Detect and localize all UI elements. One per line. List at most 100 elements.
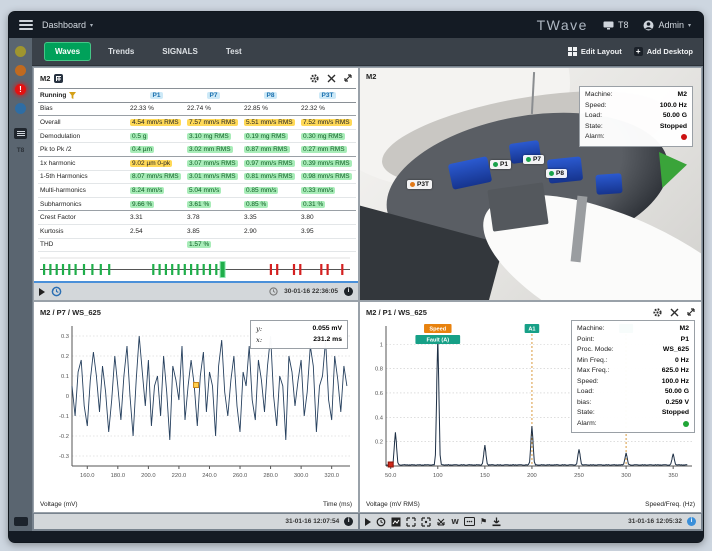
table-row[interactable]: Kurtosis2.543.852.903.95	[38, 225, 356, 239]
tab-bar: Waves Trends SIGNALS Test Edit Layout + Add…	[32, 38, 703, 66]
table-cell: 8.24 mm/s	[126, 187, 183, 194]
tab-test[interactable]: Test	[215, 42, 253, 61]
status-alert-icon[interactable]	[15, 65, 26, 76]
expand-icon[interactable]	[343, 73, 353, 83]
machine-badge-icon	[54, 74, 63, 83]
status-alarm-icon[interactable]: !	[15, 84, 26, 95]
dashboard-menu[interactable]: Dashboard ▾	[42, 20, 93, 30]
expand-icon[interactable]	[686, 307, 696, 317]
sensor-tag-p7[interactable]: P7	[523, 155, 544, 164]
table-row[interactable]: THD1.57 %	[38, 239, 356, 253]
info-row: Min Freq.:0 Hz	[577, 356, 689, 367]
svg-text:160.0: 160.0	[80, 473, 95, 479]
row-label: Overall	[38, 119, 126, 126]
sensor-tag-p3t[interactable]: P3T	[407, 180, 432, 189]
info-button[interactable]: i	[344, 517, 353, 526]
column-header-label: P1	[150, 92, 164, 99]
info-button[interactable]: i	[687, 517, 696, 526]
table-cell: 3.02 mm RMS	[183, 146, 240, 153]
column-header-label: P8	[264, 92, 278, 99]
hamburger-menu-icon[interactable]	[19, 18, 33, 32]
table-row[interactable]: Demodulation0.5 g3.10 mg RMS0.19 mg RMS0…	[38, 130, 356, 144]
row-label: THD	[38, 241, 126, 248]
table-cell: 5.04 mm/s	[183, 187, 240, 194]
cell-value: 0.31 %	[301, 201, 325, 208]
play-icon[interactable]	[39, 288, 45, 296]
status-warning-icon[interactable]	[15, 46, 26, 57]
add-desktop-button[interactable]: + Add Desktop	[634, 47, 693, 56]
svg-text:100: 100	[433, 473, 443, 479]
cell-value: 2.90	[244, 228, 257, 235]
table-row[interactable]: Subharmonics9.66 %3.61 %0.85 %0.31 %	[38, 198, 356, 212]
history-icon[interactable]	[376, 517, 386, 527]
flag-icon[interactable]: ⚑	[480, 518, 487, 526]
dashboard-label: Dashboard	[42, 20, 86, 30]
info-value: 100.0 Hz	[662, 377, 689, 388]
column-header[interactable]: Running	[38, 92, 126, 99]
device-button[interactable]: T8	[603, 20, 629, 30]
tab-signals[interactable]: SIGNALS	[151, 42, 209, 61]
column-header[interactable]: P8	[240, 92, 297, 99]
sensor-tag-p8[interactable]: P8	[546, 169, 567, 178]
cursor-readout-box: y:0.055 mVx:231.2 ms	[250, 320, 348, 349]
row-label: Bias	[38, 105, 126, 112]
user-menu[interactable]: Admin ▾	[643, 20, 691, 31]
table-row[interactable]: Crest Factor3.313.783.353.80	[38, 211, 356, 225]
column-header[interactable]: P3T	[297, 92, 354, 99]
svg-text:350: 350	[668, 473, 678, 479]
info-value: 231.2 ms	[313, 335, 342, 346]
svg-text:0.1: 0.1	[61, 374, 69, 380]
spectrum-info-box: Machine:M2Point:P1Proc. Mode:WS_625Min F…	[571, 320, 695, 433]
table-row[interactable]: 1-5th Harmonics8.07 mm/s RMS3.01 mm/s RM…	[38, 171, 356, 185]
table-cell: 0.33 mm/s	[297, 187, 354, 194]
window-bottom-bar	[9, 531, 703, 542]
table-row[interactable]: Bias22.33 %22.74 %22.85 %22.32 %	[38, 103, 356, 117]
chart-image-icon[interactable]	[391, 517, 401, 527]
panel-title: M2 / P1 / WS_625	[366, 308, 427, 317]
sensor-tag-p1[interactable]: P1	[490, 160, 511, 169]
svg-text:0.2: 0.2	[375, 440, 383, 446]
column-header[interactable]: P1	[126, 92, 183, 99]
tab-trends[interactable]: Trends	[97, 42, 145, 61]
close-icon[interactable]	[670, 308, 679, 317]
window-mode-icon[interactable]: W	[451, 518, 459, 526]
table-row[interactable]: 1x harmonic9.02 µm 0-pk3.07 mm/s RMS0.97…	[38, 157, 356, 171]
cell-value: 0.85 mm/s	[244, 187, 278, 194]
cell-value: 0.39 mm/s RMS	[301, 160, 352, 167]
measurement-timeline[interactable]: 21:3022:0022:3023:0023:30	[34, 252, 358, 281]
info-value: M2	[680, 324, 689, 335]
table-row[interactable]: Pk to Pk /20.4 µm3.02 mm RMS0.87 mm RMS0…	[38, 143, 356, 157]
sensor-label: P8	[556, 170, 564, 177]
info-value: 100.0 Hz	[660, 101, 687, 112]
cell-value: 22.32 %	[301, 105, 325, 112]
edit-layout-button[interactable]: Edit Layout	[568, 47, 622, 56]
cell-value: 9.66 %	[130, 201, 154, 208]
peak-search-left-icon[interactable]	[406, 517, 416, 527]
grid-icon	[568, 47, 577, 56]
peak-search-center-icon[interactable]	[421, 517, 431, 527]
svg-text:320.0: 320.0	[324, 473, 339, 479]
gear-icon[interactable]	[309, 73, 320, 84]
table-row[interactable]: Multi-harmonics8.24 mm/s5.04 mm/s0.85 mm…	[38, 184, 356, 198]
peak-search-right-icon[interactable]	[436, 517, 446, 527]
bottom-strip: 31-01-16 12:07:54 i W ⚑	[34, 514, 701, 529]
status-info-icon[interactable]	[15, 103, 26, 114]
close-icon[interactable]	[327, 74, 336, 83]
play-icon[interactable]	[365, 518, 371, 526]
info-button[interactable]: i	[344, 287, 353, 296]
band-icon[interactable]	[464, 517, 475, 526]
tab-waves[interactable]: Waves	[44, 42, 91, 61]
column-header[interactable]: P7	[183, 92, 240, 99]
info-row: bias:0.259 V	[577, 398, 689, 409]
table-row[interactable]: Overall4.54 mm/s RMS7.57 mm/s RMS5.51 mm…	[38, 116, 356, 130]
sidebar-bottom-monitor-icon[interactable]	[14, 517, 28, 526]
device-list-icon[interactable]	[14, 128, 27, 139]
download-icon[interactable]	[492, 517, 501, 527]
cell-value: 4.54 mm/s RMS	[130, 119, 181, 126]
cell-value: 0.85 %	[244, 201, 268, 208]
table-cell: 0.98 mm/s RMS	[297, 173, 354, 180]
gear-icon[interactable]	[652, 307, 663, 318]
info-row: Machine:M2	[585, 90, 687, 101]
history-icon[interactable]	[51, 286, 62, 297]
svg-text:0.2: 0.2	[61, 354, 69, 360]
